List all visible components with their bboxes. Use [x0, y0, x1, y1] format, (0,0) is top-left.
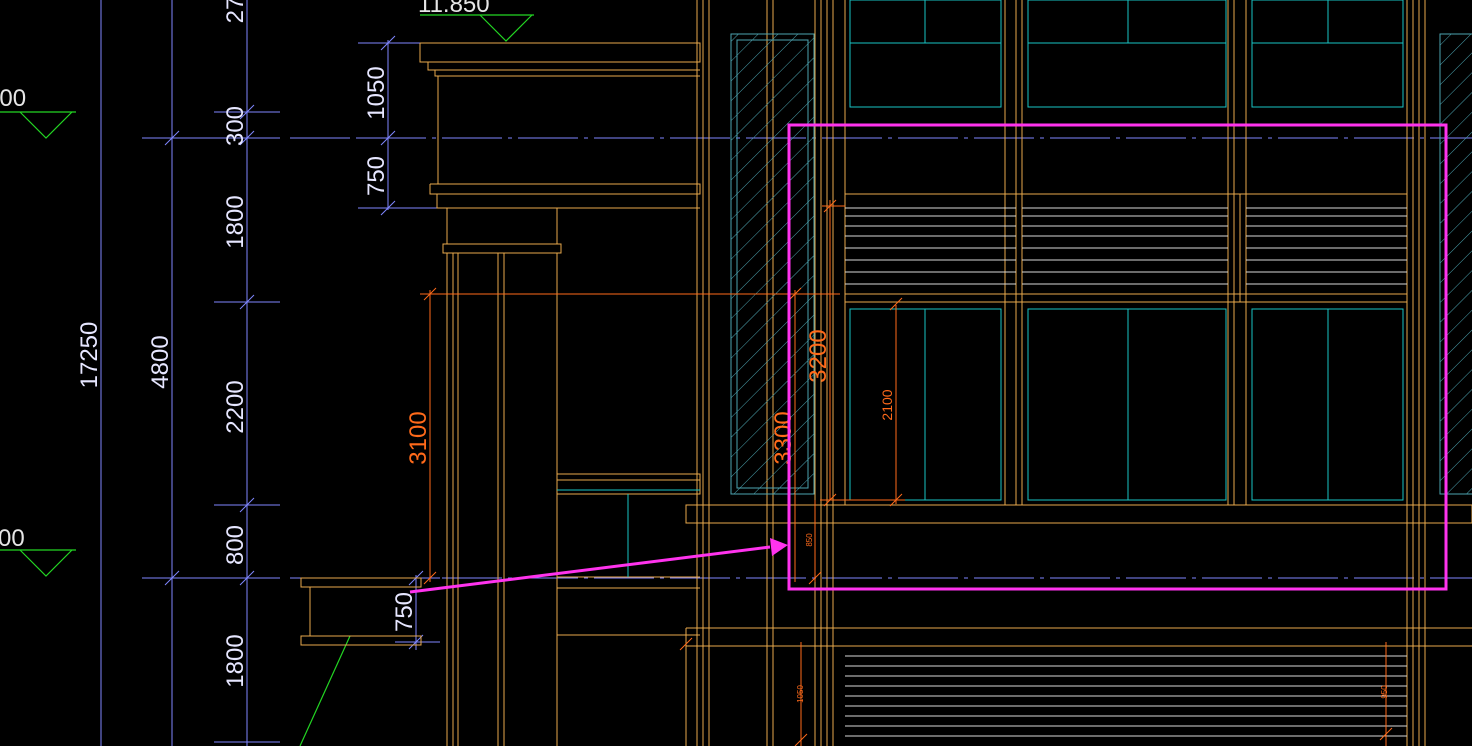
level-11850: 11.850 [418, 0, 490, 18]
highlight-annotation[interactable] [409, 123, 1448, 594]
dim-1050-lower: 1050 [796, 685, 805, 703]
dim-850: 850 [805, 533, 814, 547]
dim-1800-upper: 1800 [222, 195, 249, 248]
pointer-arrow-head [770, 538, 788, 556]
dim-1050-upper: 1050 [363, 66, 390, 119]
dim-2200: 2200 [222, 380, 249, 433]
level-left-upper: 300 [0, 85, 26, 112]
dim-750-lower: 750 [391, 592, 418, 632]
dim-3300: 3300 [770, 411, 797, 464]
elevation-walls [300, 0, 1472, 746]
level-marker-texts: 11.850 300 00 [0, 0, 490, 552]
dim-27: 27 [222, 0, 249, 23]
dim-17250: 17250 [76, 322, 103, 389]
louvers-upper [845, 207, 1407, 285]
dim-750-upper: 750 [363, 156, 390, 196]
pointer-arrow-shaft [409, 545, 771, 594]
dim-4800: 4800 [147, 335, 174, 388]
dim-3100: 3100 [405, 411, 432, 464]
level-left-lower: 00 [0, 525, 25, 552]
center-lines [290, 137, 1472, 579]
louvers-lower [845, 655, 1407, 737]
cad-drawing-canvas[interactable]: 17250 4800 27 300 1800 2200 800 1800 105… [0, 0, 1472, 746]
highlight-box[interactable] [787, 123, 1448, 591]
orange-dimension-texts: 3100 3200 3300 2100 850 1050 950 [405, 329, 1389, 703]
dim-800: 800 [222, 525, 249, 565]
hatched-columns [730, 33, 1472, 495]
dim-300: 300 [222, 106, 249, 146]
dim-1800-lower: 1800 [222, 634, 249, 687]
dim-3200: 3200 [805, 329, 832, 382]
dim-950: 950 [1380, 685, 1389, 699]
glass-windows [557, 0, 1404, 577]
dim-2100: 2100 [879, 389, 895, 420]
